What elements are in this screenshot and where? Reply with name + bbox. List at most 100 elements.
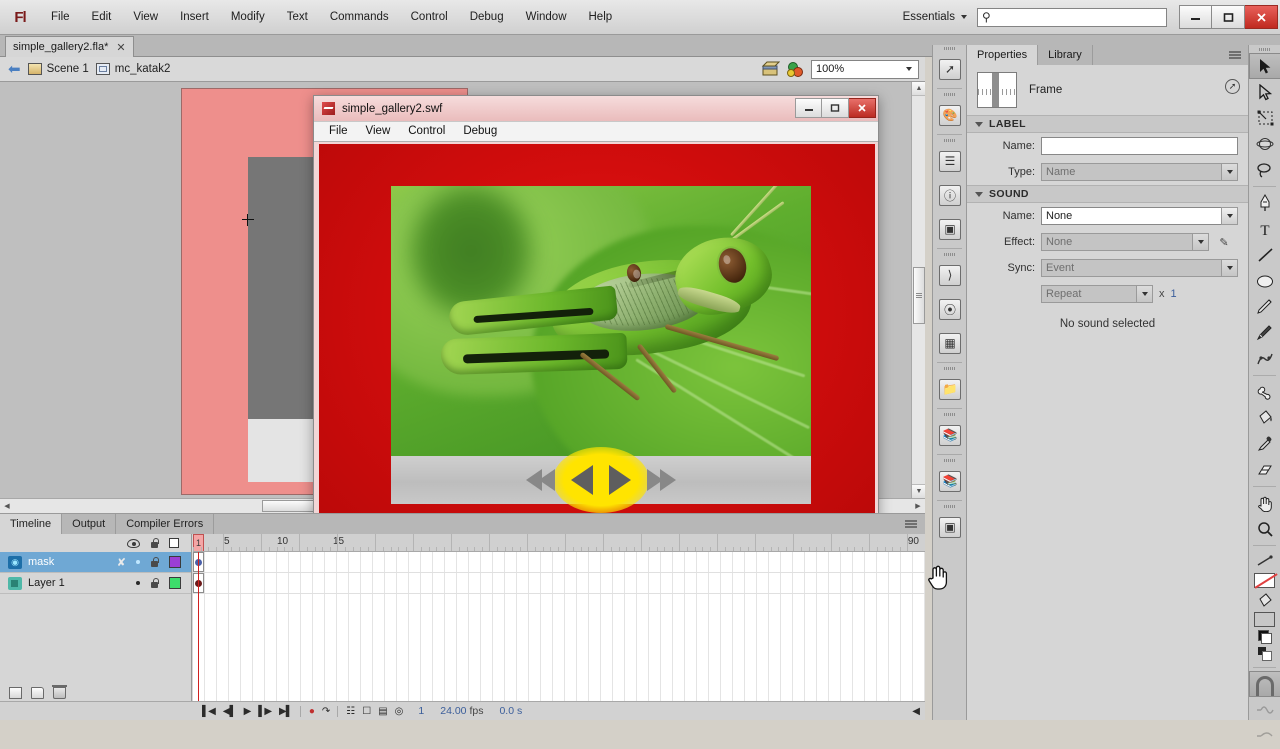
- vertical-scroll-thumb[interactable]: [913, 267, 925, 324]
- fast-forward-button[interactable]: [647, 469, 676, 491]
- brush-tool[interactable]: [1249, 320, 1280, 346]
- actions-icon[interactable]: ⟩: [933, 258, 967, 292]
- eyedropper-tool[interactable]: [1249, 431, 1280, 457]
- tab-compiler-errors[interactable]: Compiler Errors: [116, 514, 214, 534]
- eye-icon[interactable]: [127, 539, 140, 548]
- text-tool[interactable]: T: [1249, 216, 1280, 242]
- selection-tool[interactable]: [1249, 53, 1280, 79]
- paint-bucket-tool[interactable]: [1249, 405, 1280, 431]
- label-name-input[interactable]: [1041, 137, 1238, 155]
- swf-maximize-button[interactable]: [822, 98, 849, 118]
- sound-repeat-select[interactable]: Repeat: [1041, 285, 1153, 303]
- menu-text[interactable]: Text: [276, 6, 319, 28]
- scroll-up-icon[interactable]: ▲: [912, 82, 925, 96]
- rewind-button[interactable]: [526, 469, 555, 491]
- movie-explorer-icon[interactable]: ▣: [933, 510, 967, 544]
- menu-debug[interactable]: Debug: [459, 6, 515, 28]
- oval-tool[interactable]: [1249, 268, 1280, 294]
- new-layer-button[interactable]: [9, 687, 22, 699]
- swap-colors-icon[interactable]: [1258, 647, 1272, 661]
- new-folder-button[interactable]: [31, 687, 44, 699]
- straighten-option-icon[interactable]: [1249, 723, 1280, 749]
- onion-skin-button[interactable]: ●: [309, 706, 314, 717]
- hand-tool[interactable]: [1249, 490, 1280, 516]
- swf-menu-control[interactable]: Control: [399, 122, 454, 141]
- swf-player-window[interactable]: simple_gallery2.swf File View Control De…: [313, 95, 879, 555]
- project-icon[interactable]: 📁: [933, 372, 967, 406]
- edit-multiple-frames-button[interactable]: ☐: [362, 706, 370, 717]
- transform-icon[interactable]: ▣: [933, 212, 967, 246]
- color-palette-icon[interactable]: 🎨: [933, 98, 967, 132]
- layer-row-mask[interactable]: ◉ mask ✘: [0, 552, 191, 573]
- timeline-panel-menu[interactable]: [897, 514, 925, 534]
- edit-scene-icon[interactable]: [761, 61, 780, 78]
- swf-menu-view[interactable]: View: [357, 122, 400, 141]
- snap-to-objects-icon[interactable]: [1249, 671, 1280, 697]
- frame-ruler[interactable]: 1 5 10 15 90: [193, 534, 925, 552]
- swf-stage[interactable]: [319, 144, 875, 551]
- lasso-tool[interactable]: [1249, 157, 1280, 183]
- menu-window[interactable]: Window: [515, 6, 578, 28]
- 3d-rotation-tool[interactable]: [1249, 131, 1280, 157]
- delete-layer-button[interactable]: [53, 687, 66, 699]
- go-to-last-frame-button[interactable]: ▶▌: [279, 706, 292, 717]
- breadcrumb-scene[interactable]: Scene 1: [28, 63, 89, 75]
- panel-menu-icon[interactable]: [1222, 45, 1248, 65]
- layer-name-layer1[interactable]: Layer 1: [28, 577, 130, 589]
- behaviors-icon[interactable]: ⦿: [933, 292, 967, 326]
- visibility-dot[interactable]: [136, 560, 140, 564]
- align-icon[interactable]: ☰: [933, 144, 967, 178]
- layer-name-mask[interactable]: mask: [28, 556, 111, 568]
- tab-timeline[interactable]: Timeline: [0, 514, 62, 534]
- black-and-white-icon[interactable]: [1258, 630, 1272, 644]
- compass-icon[interactable]: ➚: [933, 52, 967, 86]
- workspace-switcher[interactable]: Essentials: [893, 11, 977, 23]
- stroke-color-icon[interactable]: [1249, 552, 1280, 570]
- stage-vertical-scrollbar[interactable]: ▲ ▼: [911, 82, 925, 498]
- go-to-first-frame-button[interactable]: ▌◀: [202, 706, 215, 717]
- swf-title-bar[interactable]: simple_gallery2.swf: [314, 96, 878, 121]
- edit-symbols-icon[interactable]: [786, 61, 805, 78]
- outline-icon[interactable]: [169, 538, 179, 548]
- swf-menu-file[interactable]: File: [320, 122, 357, 141]
- section-sound-header[interactable]: SOUND: [967, 185, 1248, 203]
- close-icon[interactable]: ✕: [116, 41, 125, 54]
- step-forward-one-frame-button[interactable]: ▌▶: [258, 706, 271, 717]
- components-icon[interactable]: ▦: [933, 326, 967, 360]
- lock-icon[interactable]: [150, 557, 159, 568]
- help-icon[interactable]: ➚: [1225, 79, 1240, 94]
- document-tab[interactable]: simple_gallery2.fla* ✕: [5, 36, 134, 57]
- pen-tool[interactable]: [1249, 190, 1280, 216]
- library-icon[interactable]: 📚: [933, 418, 967, 452]
- swf-minimize-button[interactable]: [795, 98, 822, 118]
- loop-playback-button[interactable]: ↷: [322, 706, 329, 717]
- maximize-button[interactable]: [1212, 5, 1245, 29]
- onion-skin-outlines-button[interactable]: ☷: [346, 706, 354, 717]
- label-type-select[interactable]: Name: [1041, 163, 1238, 181]
- stroke-color-swatch[interactable]: [1254, 573, 1275, 588]
- visibility-dot[interactable]: [136, 581, 140, 585]
- step-back-one-frame-button[interactable]: ◀▌: [223, 706, 236, 717]
- info-icon[interactable]: ⓘ: [933, 178, 967, 212]
- tab-properties[interactable]: Properties: [967, 45, 1038, 65]
- zoom-level-select[interactable]: 100%: [811, 60, 919, 79]
- center-frame-button[interactable]: ◎: [395, 706, 403, 717]
- playhead[interactable]: 1: [193, 534, 204, 552]
- menu-view[interactable]: View: [122, 6, 169, 28]
- scroll-right-icon[interactable]: ▶: [911, 499, 925, 513]
- previous-button[interactable]: [571, 465, 593, 495]
- layer-color-swatch[interactable]: [169, 556, 181, 568]
- repeat-count-value[interactable]: 1: [1171, 288, 1177, 300]
- menu-control[interactable]: Control: [400, 6, 459, 28]
- layer-row-layer1[interactable]: Layer 1: [0, 573, 191, 594]
- layer-color-swatch[interactable]: [169, 577, 181, 589]
- lock-icon[interactable]: [150, 578, 159, 589]
- frame-grid[interactable]: [193, 552, 925, 702]
- current-frame-value[interactable]: 1: [418, 705, 424, 717]
- frame-area[interactable]: 1 5 10 15 90: [193, 534, 925, 702]
- sound-name-select[interactable]: None: [1041, 207, 1238, 225]
- bone-tool[interactable]: [1249, 379, 1280, 405]
- swf-menu-debug[interactable]: Debug: [454, 122, 506, 141]
- scroll-left-icon[interactable]: ◀: [912, 706, 919, 717]
- close-button[interactable]: [1245, 5, 1278, 29]
